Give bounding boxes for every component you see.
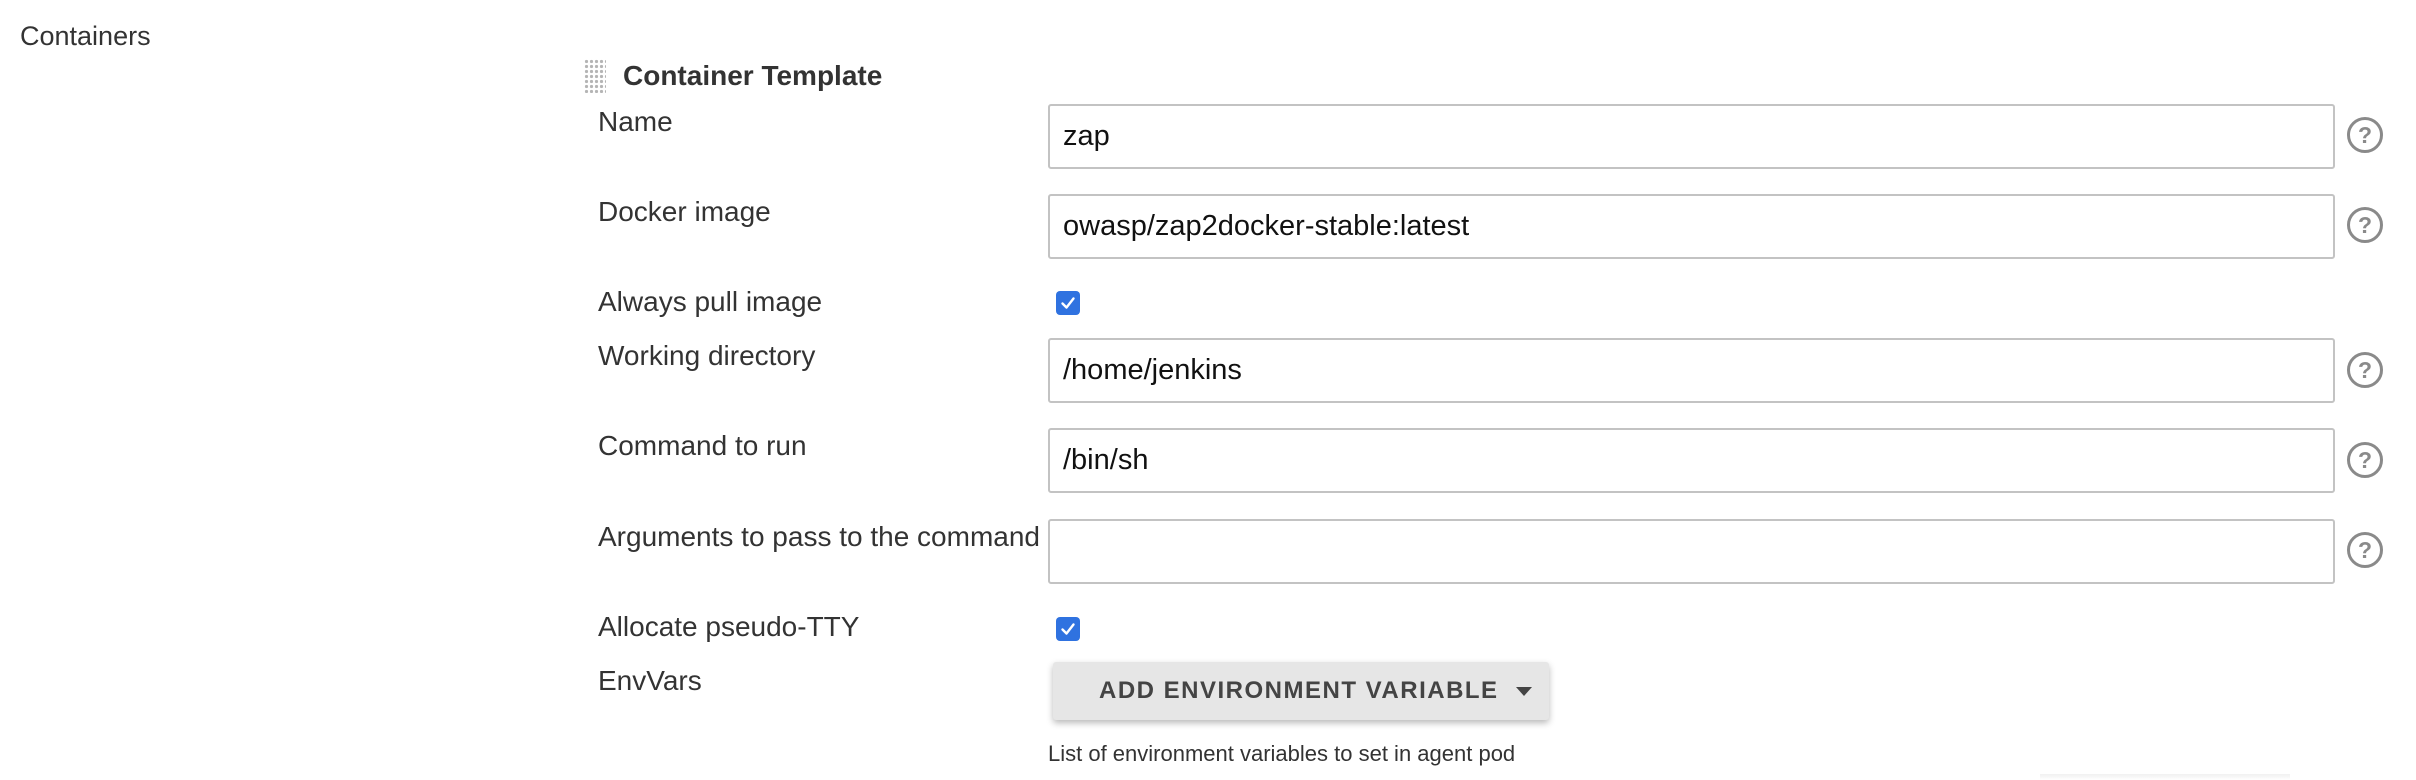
always-pull-image-checkbox[interactable] xyxy=(1056,291,1080,315)
docker-image-label: Docker image xyxy=(598,196,771,227)
containers-section-label: Containers xyxy=(20,21,151,51)
help-icon[interactable]: ? xyxy=(2347,117,2383,153)
allocate-tty-checkbox[interactable] xyxy=(1056,617,1080,641)
add-environment-variable-button[interactable]: ADD ENVIRONMENT VARIABLE xyxy=(1053,662,1549,720)
working-directory-input[interactable] xyxy=(1048,338,2335,403)
envvars-label: EnvVars xyxy=(598,665,702,696)
name-label: Name xyxy=(598,106,673,137)
help-icon[interactable]: ? xyxy=(2347,532,2383,568)
help-icon[interactable]: ? xyxy=(2347,207,2383,243)
docker-image-input[interactable] xyxy=(1048,194,2335,259)
container-template-title: Container Template xyxy=(623,60,883,91)
caret-down-icon[interactable] xyxy=(1516,687,1532,696)
arguments-input[interactable] xyxy=(1048,519,2335,584)
always-pull-image-label: Always pull image xyxy=(598,286,823,317)
command-to-run-input[interactable] xyxy=(1048,428,2335,493)
help-icon[interactable]: ? xyxy=(2347,352,2383,388)
add-environment-variable-label: ADD ENVIRONMENT VARIABLE xyxy=(1099,677,1499,704)
allocate-tty-label: Allocate pseudo-TTY xyxy=(598,611,860,642)
name-input[interactable] xyxy=(1048,104,2335,169)
check-icon xyxy=(1061,297,1075,309)
check-icon xyxy=(1061,623,1075,635)
arguments-label: Arguments to pass to the command xyxy=(598,521,1040,552)
help-icon[interactable]: ? xyxy=(2347,442,2383,478)
command-to-run-label: Command to run xyxy=(598,430,807,461)
drag-handle-icon[interactable] xyxy=(584,59,606,93)
floating-panel-shadow xyxy=(2040,774,2290,780)
working-directory-label: Working directory xyxy=(598,340,816,371)
envvars-hint: List of environment variables to set in … xyxy=(1048,741,1516,766)
